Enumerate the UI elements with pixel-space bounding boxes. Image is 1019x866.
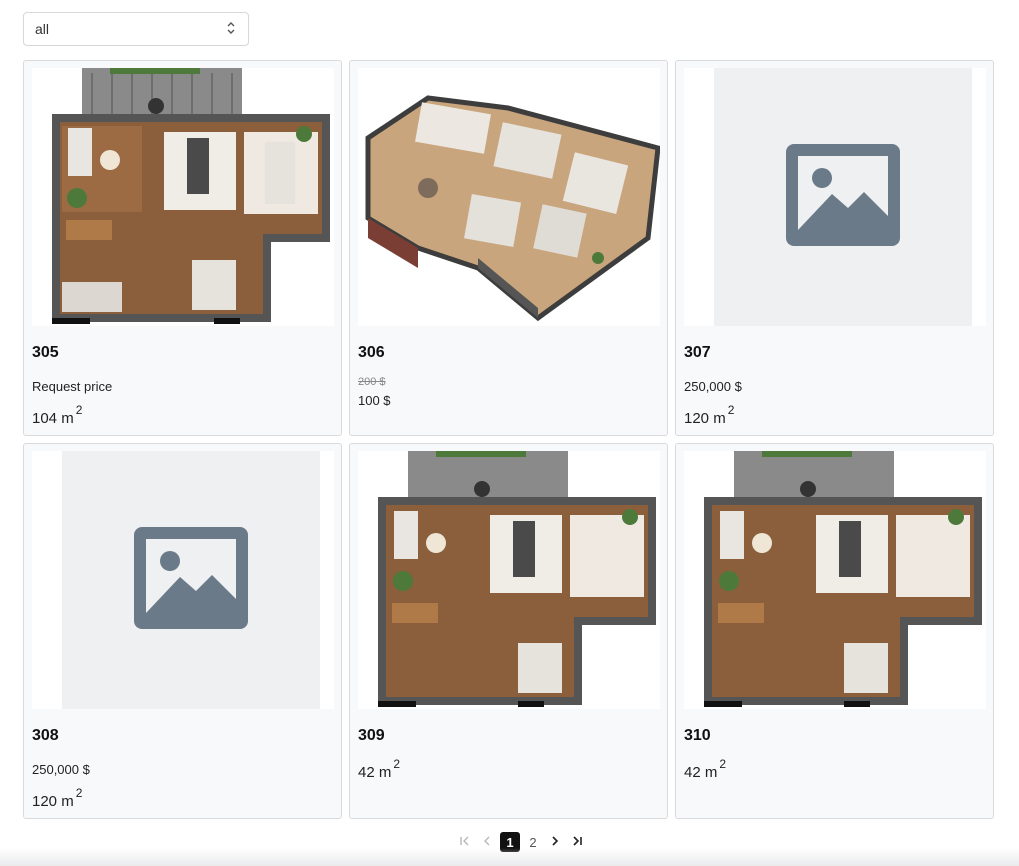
- filter-value: all: [35, 21, 50, 37]
- bottom-shadow: [0, 848, 1019, 866]
- unit-filter-select[interactable]: all: [23, 12, 249, 46]
- unit-old-price: 200 $: [358, 376, 386, 388]
- unit-area: 42 m2: [358, 757, 401, 781]
- unit-number: 305: [32, 344, 59, 361]
- floor-plan-image: [684, 451, 986, 709]
- image-placeholder-icon: [134, 526, 248, 634]
- unit-price: 250,000 $: [32, 762, 90, 777]
- unit-area: 120 m2: [684, 403, 735, 427]
- unit-card[interactable]: 308 250,000 $ 120 m2: [23, 443, 342, 819]
- image-placeholder: [684, 68, 986, 326]
- unit-price: 250,000 $: [684, 379, 742, 394]
- unit-number: 309: [358, 727, 385, 744]
- unit-card[interactable]: 310 42 m2: [675, 443, 994, 819]
- unit-number: 306: [358, 344, 385, 361]
- unit-number: 310: [684, 727, 711, 744]
- unit-card[interactable]: 305 Request price 104 m2: [23, 60, 342, 436]
- image-placeholder: [32, 451, 334, 709]
- unit-price: Request price: [32, 379, 113, 394]
- unit-card[interactable]: 309 42 m2: [349, 443, 668, 819]
- chevron-updown-icon: [225, 20, 237, 39]
- unit-price: 100 $: [358, 393, 391, 408]
- unit-area: 42 m2: [684, 757, 727, 781]
- unit-grid: 305 Request price 104 m2 306 200 $ 100 $: [23, 60, 995, 819]
- image-placeholder-icon: [786, 143, 900, 251]
- unit-area: 120 m2: [32, 786, 83, 810]
- unit-number: 307: [684, 344, 711, 361]
- unit-card[interactable]: 306 200 $ 100 $: [349, 60, 668, 436]
- unit-number: 308: [32, 727, 59, 744]
- unit-card[interactable]: 307 250,000 $ 120 m2: [675, 60, 994, 436]
- unit-area: 104 m2: [32, 403, 83, 427]
- floor-plan-image: [358, 451, 660, 709]
- floor-plan-image: [358, 68, 660, 326]
- floor-plan-image: [32, 68, 334, 326]
